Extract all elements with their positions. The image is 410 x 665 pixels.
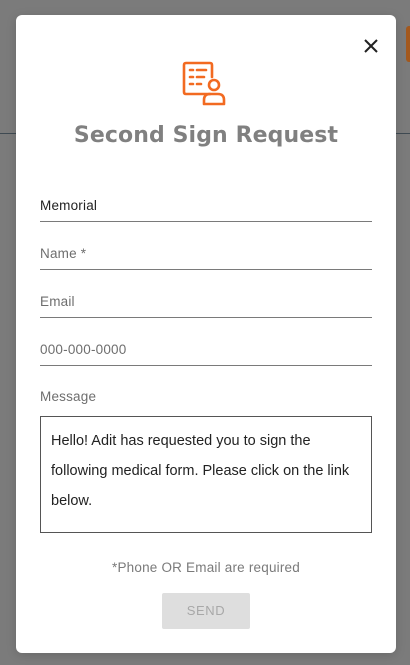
modal-title: Second Sign Request <box>73 123 339 148</box>
phone-input[interactable]: 000-000-0000 <box>40 339 372 366</box>
second-sign-request-modal: Second Sign Request Memorial Name * Emai… <box>16 15 396 653</box>
location-field[interactable]: Memorial <box>40 195 372 222</box>
phone-placeholder: 000-000-0000 <box>40 342 127 357</box>
name-input[interactable]: Name * <box>40 243 372 270</box>
required-note: *Phone OR Email are required <box>112 560 300 575</box>
send-button[interactable]: SEND <box>162 593 250 629</box>
close-button[interactable] <box>362 37 380 55</box>
message-textarea[interactable]: Hello! Adit has requested you to sign th… <box>40 416 372 533</box>
document-person-icon <box>182 61 230 109</box>
email-placeholder: Email <box>40 294 75 309</box>
close-icon <box>364 39 378 53</box>
name-placeholder: Name * <box>40 246 87 261</box>
background-button-edge <box>406 26 410 62</box>
message-label: Message <box>40 389 97 404</box>
message-text: Hello! Adit has requested you to sign th… <box>51 433 350 509</box>
email-input[interactable]: Email <box>40 291 372 318</box>
location-value: Memorial <box>40 198 98 213</box>
